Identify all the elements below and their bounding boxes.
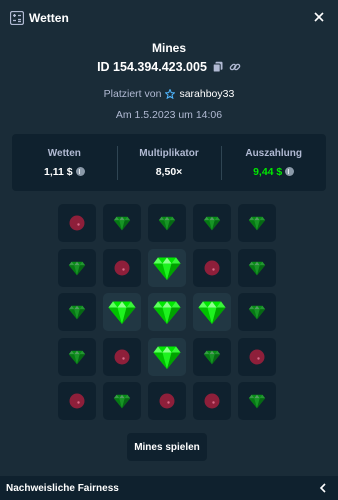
bet-stats-panel: Wetten 1,11 $ Multiplikator 8,50× Auszah… (12, 134, 326, 191)
mines-tile (148, 382, 186, 420)
game-title[interactable]: Mines (0, 41, 338, 55)
mines-tile (58, 248, 96, 287)
bet-amount: 1,11 $ (44, 165, 73, 178)
fairness-label: Nachweisliche Fairness (6, 483, 119, 494)
chevron-left-icon (319, 483, 326, 493)
stat-multiplier-label: Multiplikator (139, 147, 199, 159)
mines-tile (58, 337, 96, 376)
gem-icon (153, 257, 181, 280)
mines-tile (193, 293, 231, 331)
mines-tile (238, 248, 276, 287)
mines-tile (238, 337, 276, 376)
mines-tile (58, 382, 96, 420)
mines-tile (103, 204, 141, 242)
link-icon[interactable] (229, 61, 241, 73)
vip-star-icon (165, 89, 176, 99)
bet-details-modal: Wetten Mines ID 154.394.423.005 Platzier… (0, 0, 338, 500)
mine-icon (114, 260, 130, 275)
mines-tile (148, 337, 186, 376)
copy-icon[interactable] (212, 61, 224, 73)
play-mines-button[interactable]: Mines spielen (127, 433, 207, 461)
mines-tile (103, 248, 141, 287)
mines-tile (58, 293, 96, 331)
gem-icon (248, 261, 266, 275)
mines-tile (103, 293, 141, 331)
mine-icon (69, 215, 85, 231)
mines-tile (193, 382, 231, 420)
mines-tile (193, 204, 231, 242)
close-button[interactable] (310, 8, 328, 26)
mines-tile (58, 204, 96, 242)
gem-icon (248, 305, 266, 320)
mine-icon (204, 393, 220, 409)
stat-payout-label: Auszahlung (245, 147, 303, 159)
modal-title: Wetten (29, 11, 69, 25)
gem-icon (68, 261, 86, 275)
mine-icon (159, 393, 175, 409)
placed-by-label: Platziert von (103, 88, 162, 100)
stat-bet-label: Wetten (47, 147, 81, 159)
payout-amount: 9,44 $ (253, 165, 283, 178)
gem-icon (248, 394, 266, 409)
mine-icon (69, 393, 85, 409)
gem-icon (248, 216, 266, 231)
mines-tile (148, 293, 186, 331)
mines-tile (193, 337, 231, 376)
gem-icon (203, 350, 221, 364)
mines-tile (193, 248, 231, 287)
stat-payout: Auszahlung 9,44 $ (221, 134, 326, 191)
mine-icon (114, 349, 130, 364)
gem-icon (113, 216, 131, 231)
username-link[interactable]: sarahboy33 (179, 88, 234, 100)
currency-icon (285, 167, 295, 176)
fairness-bar[interactable]: Nachweisliche Fairness (0, 476, 338, 500)
mines-tile (238, 204, 276, 242)
stat-bet: Wetten 1,11 $ (12, 134, 117, 191)
stat-multiplier: Multiplikator 8,50× (116, 134, 222, 191)
mines-board (58, 204, 276, 420)
modal-header: Wetten (0, 0, 338, 36)
stat-bet-value: 1,11 $ (44, 166, 85, 178)
gem-icon (68, 350, 86, 364)
mines-tile (103, 382, 141, 420)
gem-icon (203, 216, 221, 231)
close-icon (314, 12, 324, 22)
bet-slip-icon (10, 11, 24, 25)
bet-date: Am 1.5.2023 um 14:06 (115, 109, 223, 121)
gem-icon (68, 305, 86, 320)
mines-tile (103, 337, 141, 376)
mines-tile (148, 204, 186, 242)
gem-icon (153, 301, 181, 324)
stat-multiplier-value: 8,50× (155, 165, 183, 178)
mines-tile (148, 248, 186, 287)
mines-tile (238, 382, 276, 420)
bet-id: ID 154.394.423.005 (97, 60, 207, 74)
gem-icon (198, 301, 226, 324)
bet-id-row: ID 154.394.423.005 (0, 60, 338, 74)
gem-icon (108, 301, 136, 324)
stat-payout-value: 9,44 $ (253, 165, 295, 178)
mine-icon (204, 260, 220, 275)
gem-icon (113, 394, 131, 409)
gem-icon (158, 216, 176, 231)
gem-icon (153, 346, 181, 369)
mine-icon (249, 349, 265, 364)
mines-tile (238, 293, 276, 331)
currency-icon (75, 167, 85, 176)
placed-by-row: Platziert von sarahboy33 (0, 88, 338, 100)
